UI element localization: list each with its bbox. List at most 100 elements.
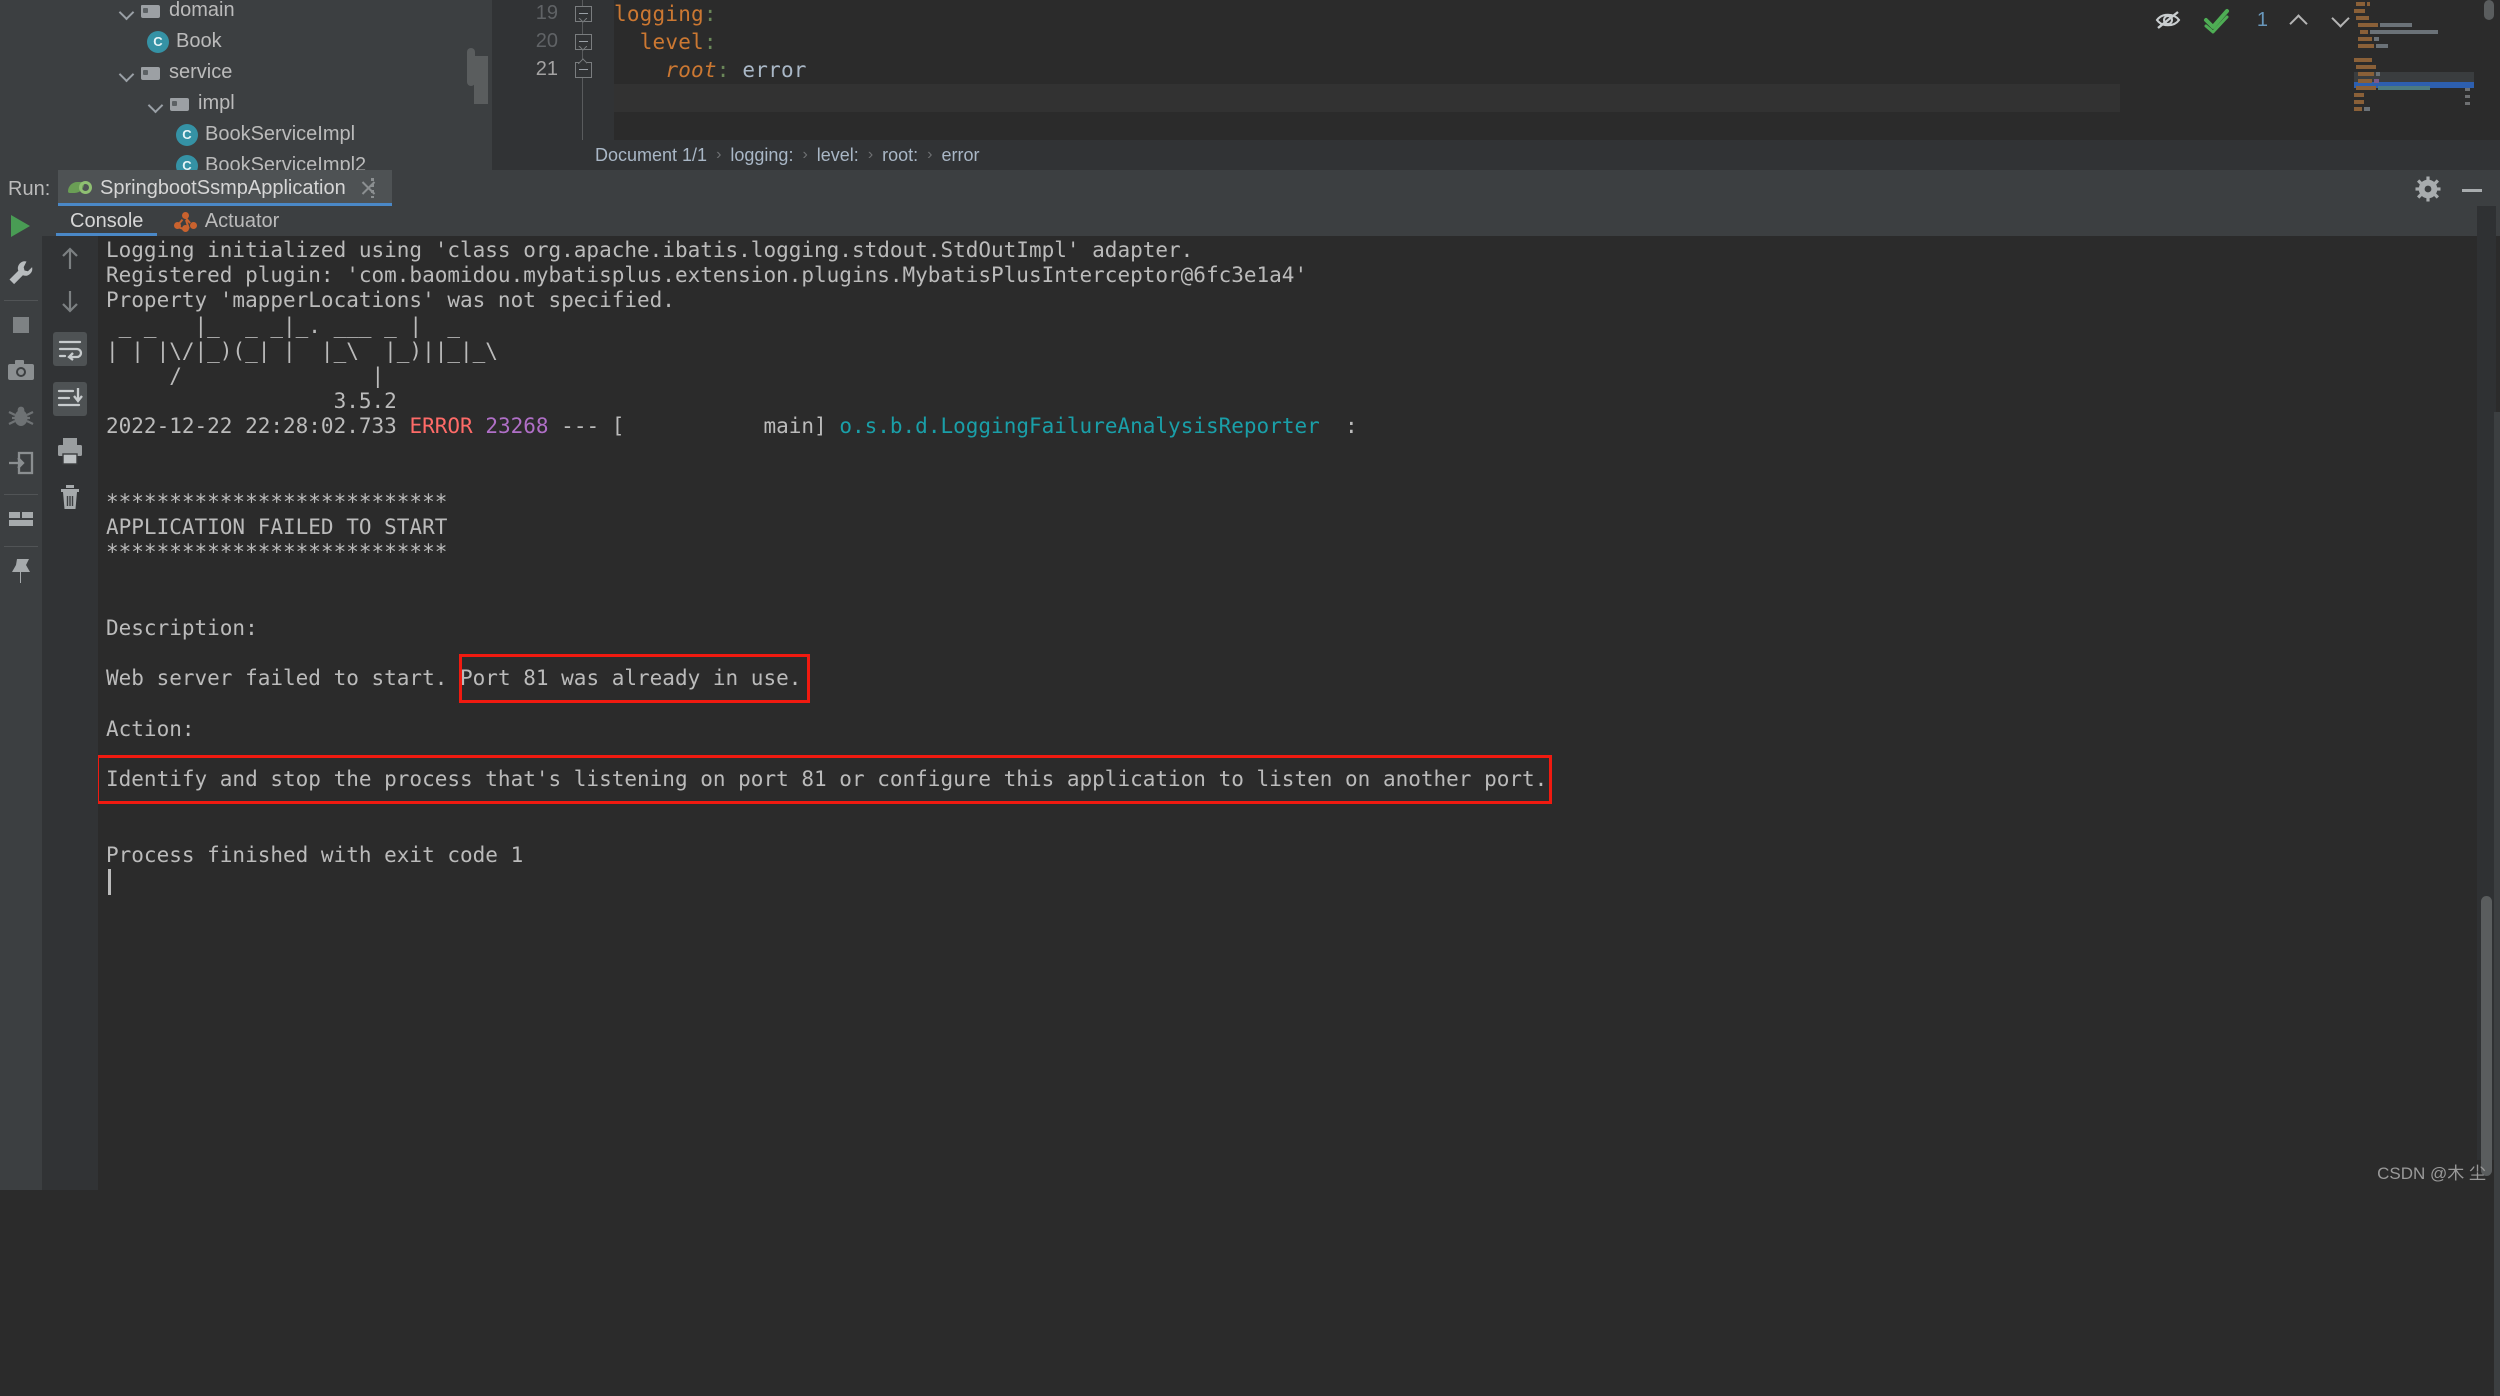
- folder-icon: [140, 2, 162, 20]
- layout-icon[interactable]: [6, 504, 36, 534]
- chevron-down-icon[interactable]: [2330, 9, 2352, 31]
- minimap-line: [2376, 72, 2380, 76]
- console-scrollbar[interactable]: [2481, 896, 2492, 1176]
- console-line: _ _ |_ _ _|_. ___ _ | _: [106, 313, 461, 338]
- console-output[interactable]: Logging initialized using 'class org.apa…: [98, 236, 2458, 1190]
- clear-all-icon[interactable]: [53, 480, 87, 514]
- scroll-down-icon[interactable]: [53, 284, 87, 318]
- exit-thread-dump-icon[interactable]: [6, 448, 36, 478]
- console-line: APPLICATION FAILED TO START: [106, 515, 448, 540]
- fold-toggle-icon[interactable]: [575, 62, 592, 80]
- tree-item-bookserviceimpl2[interactable]: C BookServiceImpl2: [176, 150, 366, 170]
- java-class-icon: C: [147, 30, 169, 53]
- run-configuration-title: SpringbootSsmpApplication: [100, 176, 346, 199]
- ide-top-region: domain C Book service impl C BookServiceImpl C B…: [0, 0, 2500, 170]
- close-icon[interactable]: [356, 175, 382, 201]
- breadcrumb-separator: ›: [802, 146, 808, 163]
- yaml-key: level: [639, 30, 704, 54]
- minimap-line: [2364, 107, 2370, 111]
- folder-icon: [140, 64, 162, 82]
- log-level: ERROR: [409, 414, 473, 439]
- breadcrumb-item[interactable]: level:: [817, 145, 859, 166]
- line-number: 20: [535, 30, 558, 52]
- tree-item-label: domain: [169, 0, 235, 21]
- wrench-settings-icon[interactable]: [6, 258, 36, 288]
- console-line: ***************************: [106, 540, 448, 565]
- scroll-up-icon[interactable]: [53, 242, 87, 276]
- run-tool-window-header: Run: SpringbootSsmpApplication: [0, 170, 2500, 206]
- minimap-line: [2354, 107, 2362, 111]
- project-tree-panel[interactable]: domain C Book service impl C BookServiceImpl C B…: [0, 0, 492, 170]
- minimap-viewport[interactable]: [474, 56, 488, 104]
- pin-icon[interactable]: [6, 556, 36, 586]
- folder-icon: [169, 95, 191, 113]
- editor-minimap[interactable]: [2354, 0, 2474, 140]
- tree-item-service[interactable]: service: [118, 57, 232, 88]
- console-line: 3.5.2: [106, 389, 397, 414]
- yaml-colon: :: [703, 30, 717, 54]
- tree-item-book[interactable]: C Book: [147, 26, 222, 57]
- eye-crossed-icon[interactable]: [2153, 5, 2183, 35]
- code-line-19[interactable]: logging:: [614, 2, 717, 26]
- soft-wrap-icon[interactable]: [53, 332, 87, 366]
- print-icon[interactable]: [53, 434, 87, 468]
- minimap-line: [2354, 58, 2372, 62]
- double-check-icon[interactable]: [2203, 5, 2237, 35]
- tab-actuator[interactable]: Actuator: [160, 206, 293, 236]
- editor-scrollbar[interactable]: [2484, 0, 2494, 20]
- minimap-line: [2376, 44, 2388, 48]
- minimap-line: [2358, 23, 2378, 27]
- tree-item-domain[interactable]: domain: [118, 0, 235, 26]
- code-line-20[interactable]: level:: [614, 30, 717, 54]
- breadcrumb[interactable]: Document 1/1 › logging: › level: › root: › error: [492, 140, 2500, 170]
- tab-console[interactable]: Console: [56, 206, 157, 236]
- run-configuration-tab[interactable]: SpringbootSsmpApplication: [58, 170, 392, 206]
- chevron-down-icon[interactable]: [118, 2, 136, 20]
- breadcrumb-item[interactable]: Document 1/1: [595, 145, 707, 166]
- tree-item-label: Book: [176, 30, 222, 52]
- minimap-line: [2374, 37, 2379, 41]
- minimap-line: [2360, 30, 2368, 34]
- fold-toggle-icon[interactable]: [575, 6, 592, 24]
- log-timestamp: 2022-12-22 22:28:02.733: [106, 414, 410, 439]
- toolbar-divider: [4, 300, 38, 301]
- tree-item-impl[interactable]: impl: [147, 88, 235, 119]
- fold-toggle-icon[interactable]: [575, 34, 592, 52]
- line-number: 19: [535, 2, 558, 24]
- chevron-down-icon[interactable]: [118, 64, 136, 82]
- debug-bug-icon[interactable]: [6, 402, 36, 432]
- minimap-line: [2370, 30, 2438, 34]
- console-line: ***************************: [106, 490, 448, 514]
- breadcrumb-item[interactable]: logging:: [730, 145, 793, 166]
- gear-icon[interactable]: [2414, 175, 2442, 203]
- tree-item-label: impl: [198, 92, 235, 114]
- minimap-line: [2356, 86, 2376, 90]
- actuator-icon: [173, 211, 198, 232]
- console-toolbar[interactable]: [42, 236, 98, 1190]
- breadcrumb-item[interactable]: root:: [882, 145, 918, 166]
- scroll-to-end-icon[interactable]: [53, 382, 87, 416]
- minimize-icon[interactable]: [2458, 175, 2486, 203]
- chevron-up-icon[interactable]: [2288, 9, 2310, 31]
- rerun-icon[interactable]: [6, 212, 36, 242]
- breadcrumb-separator: ›: [867, 146, 874, 163]
- run-content-tabs[interactable]: Console Actuator: [42, 206, 2500, 236]
- tab-grip-handle[interactable]: [371, 178, 374, 198]
- inspection-widget[interactable]: 1: [2153, 2, 2352, 38]
- code-line-21[interactable]: root: error: [614, 58, 807, 82]
- tab-label: Console: [70, 209, 144, 232]
- yaml-key: logging: [614, 2, 704, 26]
- camera-snapshot-icon[interactable]: [6, 356, 36, 386]
- chevron-down-icon[interactable]: [147, 95, 165, 113]
- stop-icon[interactable]: [6, 310, 36, 340]
- log-logger: o.s.b.d.LoggingFailureAnalysisReporter: [839, 414, 1320, 439]
- minimap-line: [2380, 23, 2412, 27]
- minimap-line: [2358, 37, 2372, 41]
- console-line: Process finished with exit code 1: [106, 842, 524, 867]
- tree-item-bookserviceimpl[interactable]: C BookServiceImpl: [176, 119, 355, 150]
- run-left-toolbar[interactable]: [0, 206, 42, 1190]
- console-line: Logging initialized using 'class org.apa…: [106, 238, 1194, 262]
- console-line: | | |\/|_)(_| | |_\ |_)||_|_\: [106, 338, 498, 363]
- breadcrumb-item[interactable]: error: [942, 145, 980, 166]
- editor-gutter[interactable]: 19 20 21: [492, 0, 614, 140]
